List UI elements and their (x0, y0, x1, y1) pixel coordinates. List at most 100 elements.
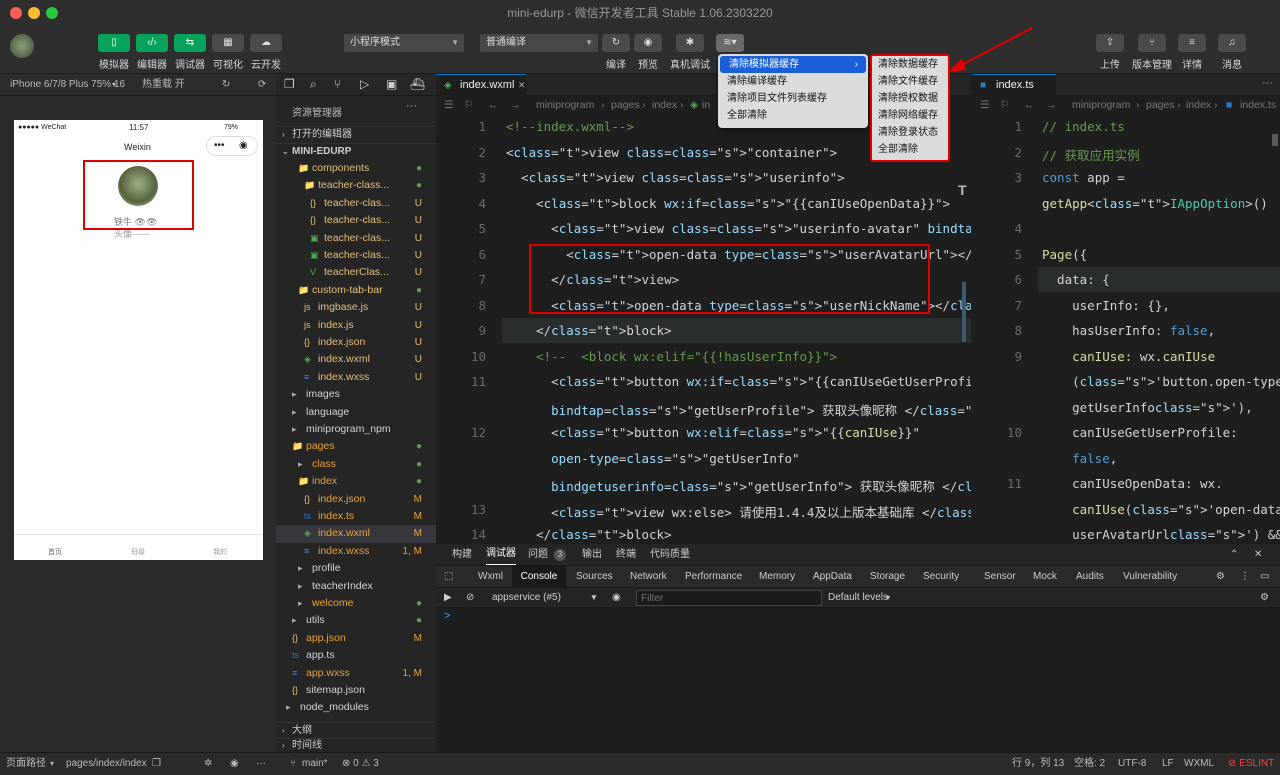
code-line[interactable]: <class="t">block wx:if=class="s">"{{canI… (506, 196, 950, 211)
devtab-memory[interactable]: Memory (759, 566, 795, 588)
breadcrumb-item[interactable]: pages (611, 96, 640, 114)
device-select[interactable]: iPhone 6/7/8 Plus 75% 16 (10, 74, 125, 96)
tab-mine[interactable]: 我的 (213, 547, 227, 557)
open-editors-section[interactable]: › 打开的编辑器 (276, 126, 436, 142)
cursor-position[interactable]: 行 9，列 13 (1012, 753, 1064, 775)
tree-item[interactable]: js index.js U (276, 317, 436, 334)
simulator-toggle-button[interactable]: ▯ (98, 34, 130, 52)
avatar[interactable] (10, 34, 34, 58)
devtab-audits[interactable]: Audits (1076, 566, 1104, 588)
code-line[interactable]: bindtap=class="s">"getUserProfile"> 获取头像… (506, 400, 971, 419)
submenu-clear-file-cache[interactable]: 清除文件缓存 (878, 73, 938, 90)
tab-code-quality[interactable]: 代码质量 (650, 544, 690, 566)
visual-toggle-button[interactable]: ▦ (212, 34, 244, 52)
tree-item[interactable]: ts app.ts (276, 647, 436, 664)
devtab-network[interactable]: Network (630, 566, 667, 588)
code-line[interactable]: (class="s">'button.open-type. (1042, 374, 1280, 389)
code-line[interactable]: getApp<class="t">IAppOption>() (1042, 196, 1268, 211)
gear-icon[interactable]: ⚙ (1216, 566, 1225, 588)
tree-item[interactable]: {} sitemap.json (276, 682, 436, 699)
devtab-storage[interactable]: Storage (870, 566, 905, 588)
details-button[interactable]: ≡ (1178, 34, 1206, 52)
sidebar-toggle-icon[interactable]: ▶ (444, 588, 452, 608)
indent-spaces[interactable]: 空格: 2 (1074, 753, 1105, 775)
tree-item[interactable]: ≡ app.wxss 1, M (276, 665, 436, 682)
submenu-clear-all[interactable]: 全部清除 (878, 141, 918, 158)
tree-item[interactable]: 📁 custom-tab-bar ● (276, 282, 436, 299)
clear-console-icon[interactable]: ⊘ (466, 588, 474, 608)
debugger-toggle-button[interactable]: ⇆ (174, 34, 206, 52)
code-line[interactable]: hasUserInfo: false, (1042, 323, 1215, 338)
tree-item[interactable]: {} index.json U (276, 334, 436, 351)
filter-input[interactable] (636, 590, 822, 606)
editor-toggle-button[interactable]: ‹/› (136, 34, 168, 52)
tree-item[interactable]: ts index.ts M (276, 508, 436, 525)
tree-item[interactable]: ≡ index.wxss 1, M (276, 543, 436, 560)
menu-item-clear-simulator-cache[interactable]: 清除模拟器缓存 › (720, 56, 866, 73)
code-editor-left[interactable]: 1 <!--index.wxml--> 2 <class="t">view class… (436, 114, 971, 542)
bookmark-icon[interactable]: ⚐ (1000, 96, 1009, 114)
capsule-menu[interactable]: ••• ◉ (206, 136, 258, 156)
devtab-sources[interactable]: Sources (576, 566, 613, 588)
code-line[interactable]: <class="t">view class=class="s">"userinf… (506, 170, 845, 185)
submenu-clear-auth-data[interactable]: 清除授权数据 (878, 90, 938, 107)
tree-item[interactable]: {} teacher-clas... U (276, 195, 436, 212)
eye-icon[interactable]: ◉ (612, 588, 621, 608)
tree-item[interactable]: ▸ miniprogram_npm (276, 421, 436, 438)
code-line[interactable]: </class="t">block> (506, 527, 672, 542)
language-mode[interactable]: WXML (1184, 753, 1214, 775)
zoom-window-button[interactable] (46, 7, 58, 19)
tab-index-wxml[interactable]: ◈ index.wxml ✕ (436, 74, 526, 96)
tab-build[interactable]: 构建 (452, 544, 472, 566)
git-icon[interactable]: ⑂ (334, 77, 341, 91)
git-branch[interactable]: main* (302, 753, 328, 775)
code-line[interactable]: <class="t">view class=class="s">"userinf… (506, 221, 971, 236)
bookmark-icon[interactable]: ⚐ (464, 96, 473, 114)
code-line[interactable]: <class="t">button wx:if=class="s">"{{can… (506, 374, 971, 389)
rotate-icon[interactable]: ⟳ (258, 74, 266, 96)
close-icon[interactable]: ✕ (1254, 544, 1262, 566)
remote-debug-button[interactable]: ✱ (676, 34, 704, 52)
levels-select[interactable]: Default levels (828, 588, 888, 608)
code-line[interactable]: false, (1042, 451, 1117, 466)
code-line[interactable]: Page({ (1042, 247, 1087, 262)
code-line[interactable]: const app = (1042, 170, 1125, 185)
code-line[interactable]: userAvatarUrlclass="s">') && wx. (1042, 527, 1280, 542)
dock-icon[interactable]: ▭ (1260, 566, 1269, 588)
scrollbar-thumb[interactable] (1272, 134, 1278, 146)
tree-item[interactable]: ▸ node_modules (276, 699, 436, 716)
upload-button[interactable]: ⇪ (1096, 34, 1124, 52)
refresh-icon[interactable]: ↻ (222, 74, 230, 96)
console-output[interactable]: > (436, 608, 1280, 752)
end-of-line[interactable]: LF (1162, 753, 1174, 775)
tab-home[interactable]: 首页 (48, 547, 62, 557)
more-icon[interactable]: ··· (1262, 77, 1273, 89)
target-icon[interactable]: ◉ (239, 137, 248, 155)
code-line[interactable]: canIUse: wx.canIUse (1042, 349, 1215, 364)
devtab-security[interactable]: Security (923, 566, 959, 588)
settings-icon[interactable]: ✲ (204, 753, 212, 775)
tree-item[interactable]: ▸ language (276, 404, 436, 421)
extensions-icon[interactable]: ▣ (386, 77, 397, 91)
tree-item[interactable]: 📁 pages ● (276, 438, 436, 455)
tree-item[interactable]: {} teacher-clas... U (276, 212, 436, 229)
forward-icon[interactable]: → (1046, 96, 1057, 114)
tree-item[interactable]: 📁 teacher-class... ● (276, 177, 436, 194)
tab-class[interactable]: 班级 (131, 547, 145, 557)
code-line[interactable]: canIUse(class="s">'open-data.type. (1042, 502, 1280, 517)
context-select[interactable]: appservice (#5) (492, 588, 561, 608)
submenu-clear-data-cache[interactable]: 清除数据缓存 (878, 56, 938, 73)
list-icon[interactable]: ☰ (980, 96, 989, 114)
timeline-section[interactable]: › 时间线 (276, 738, 436, 752)
preview-button[interactable]: ◉ (634, 34, 662, 52)
eye-icon[interactable]: ◉ (230, 753, 239, 775)
code-line[interactable]: <!--index.wxml--> (506, 119, 634, 134)
devtab-performance[interactable]: Performance (685, 566, 742, 588)
eslint-status[interactable]: ⊘ ESLINT (1228, 753, 1274, 775)
debug-icon[interactable]: ▷ (360, 77, 369, 91)
breadcrumb-item[interactable]: miniprogram (1072, 96, 1130, 114)
more-icon[interactable]: ··· (406, 100, 417, 112)
devtab-mock[interactable]: Mock (1033, 566, 1057, 588)
tree-item[interactable]: ◈ index.wxml U (276, 351, 436, 368)
submenu-clear-network-cache[interactable]: 清除网络缓存 (878, 107, 938, 124)
